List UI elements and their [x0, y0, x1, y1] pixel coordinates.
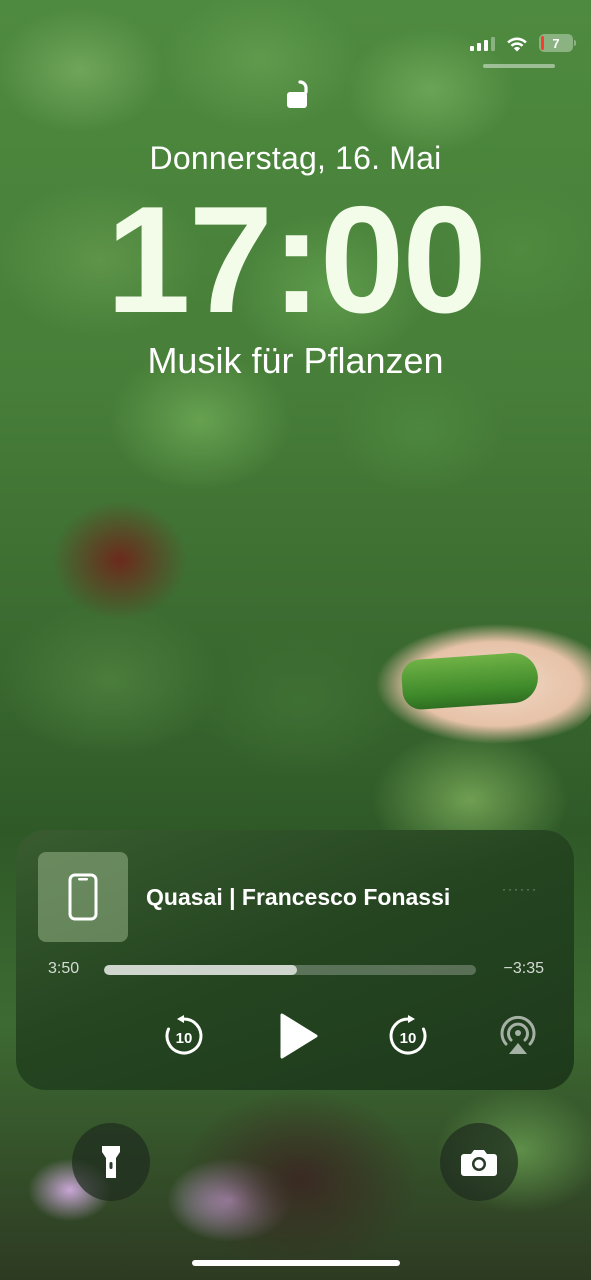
airplay-icon[interactable]: [496, 1014, 540, 1058]
cellular-signal-icon: [470, 35, 495, 51]
camera-icon[interactable]: [440, 1123, 518, 1201]
now-playing-widget[interactable]: Quasai | Francesco Fonassi ······ 3:50 −…: [16, 830, 574, 1090]
control-center-grabber[interactable]: [483, 64, 555, 68]
elapsed-time: 3:50: [48, 960, 80, 977]
battery-level: 7: [552, 35, 560, 51]
status-bar: 7: [470, 30, 576, 56]
more-dots: ······: [502, 882, 538, 896]
rewind-10-icon[interactable]: 10: [162, 1014, 206, 1058]
skip-back-label: 10: [176, 1030, 193, 1047]
lock-screen-date: Donnerstag, 16. Mai: [149, 140, 442, 176]
wifi-icon: [505, 34, 529, 52]
lock-screen-time: 17:00: [106, 175, 487, 345]
play-icon[interactable]: [274, 1010, 322, 1062]
remaining-time: −3:35: [503, 960, 544, 977]
battery-icon: 7: [539, 34, 576, 52]
lock-screen-subtitle: Musik für Pflanzen: [147, 340, 444, 381]
skip-forward-label: 10: [400, 1030, 417, 1047]
playback-scrubber[interactable]: [104, 965, 476, 975]
forward-10-icon[interactable]: 10: [386, 1014, 430, 1058]
battery-fill: [541, 36, 544, 50]
wallpaper-cucumber: [400, 651, 540, 711]
phone-icon[interactable]: [38, 852, 128, 942]
track-title[interactable]: Quasai | Francesco Fonassi: [146, 884, 450, 911]
playback-progress: [104, 965, 298, 975]
flashlight-icon[interactable]: [72, 1123, 150, 1201]
home-indicator[interactable]: [192, 1260, 400, 1266]
unlocked-icon: [284, 78, 316, 115]
